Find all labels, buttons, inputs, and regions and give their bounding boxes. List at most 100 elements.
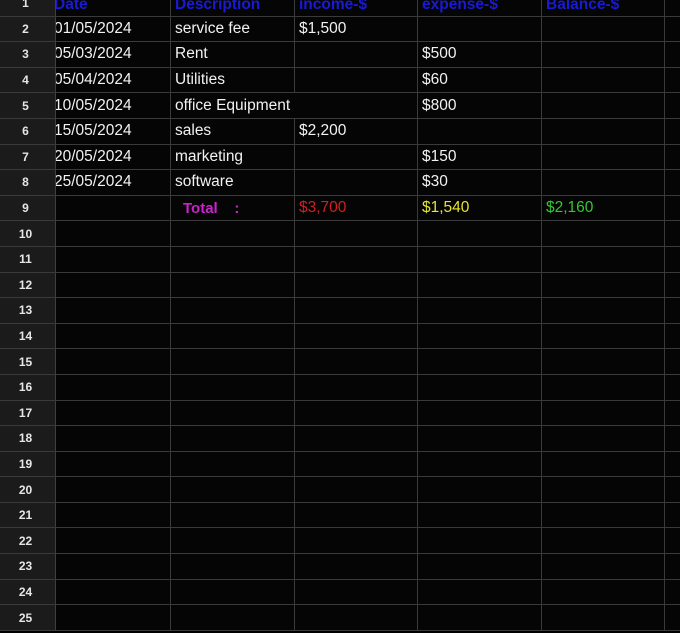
empty-cell[interactable]: [665, 16, 680, 42]
empty-cell[interactable]: [418, 426, 542, 451]
empty-cell[interactable]: [418, 272, 542, 298]
empty-cell[interactable]: [56, 451, 171, 477]
empty-cell[interactable]: [665, 528, 680, 554]
empty-cell[interactable]: [295, 605, 418, 630]
empty-cell[interactable]: [418, 554, 542, 579]
expense-cell[interactable]: $60: [418, 67, 542, 93]
empty-cell[interactable]: [542, 298, 665, 323]
balance-cell[interactable]: [542, 16, 665, 42]
row-number[interactable]: 12: [0, 272, 56, 298]
balance-cell[interactable]: [542, 67, 665, 93]
income-cell[interactable]: [295, 42, 418, 67]
row-number[interactable]: 4: [0, 67, 56, 93]
balance-cell[interactable]: [542, 144, 665, 170]
row-number[interactable]: 3: [0, 42, 56, 67]
empty-cell[interactable]: [665, 67, 680, 93]
empty-cell[interactable]: [665, 605, 680, 630]
empty-cell[interactable]: [542, 554, 665, 579]
header-balance-cell[interactable]: Balance-$: [542, 0, 665, 16]
empty-cell[interactable]: [56, 502, 171, 528]
empty-cell[interactable]: [542, 323, 665, 349]
empty-cell[interactable]: [171, 246, 295, 272]
income-cell[interactable]: [295, 144, 418, 170]
expense-cell[interactable]: [418, 118, 542, 144]
empty-cell[interactable]: [295, 221, 418, 246]
header-expense-cell[interactable]: expense-$: [418, 0, 542, 16]
description-cell[interactable]: Utilities: [171, 67, 295, 93]
empty-cell[interactable]: [295, 272, 418, 298]
row-number[interactable]: 6: [0, 118, 56, 144]
empty-cell[interactable]: [665, 195, 680, 221]
empty-cell[interactable]: [665, 118, 680, 144]
empty-cell[interactable]: [418, 298, 542, 323]
balance-cell[interactable]: [542, 42, 665, 67]
empty-cell[interactable]: [665, 579, 680, 605]
empty-cell[interactable]: [171, 349, 295, 374]
row-number[interactable]: 11: [0, 246, 56, 272]
empty-cell[interactable]: [542, 426, 665, 451]
date-cell[interactable]: 25/05/2024: [56, 170, 171, 195]
empty-cell[interactable]: [171, 374, 295, 400]
empty-cell[interactable]: [295, 579, 418, 605]
date-cell[interactable]: 20/05/2024: [56, 144, 171, 170]
row-number[interactable]: 5: [0, 93, 56, 118]
empty-cell[interactable]: [418, 477, 542, 502]
balance-cell[interactable]: [542, 118, 665, 144]
row-number[interactable]: 13: [0, 298, 56, 323]
empty-cell[interactable]: [665, 221, 680, 246]
empty-cell[interactable]: [171, 426, 295, 451]
row-number[interactable]: 10: [0, 221, 56, 246]
row-number[interactable]: 16: [0, 374, 56, 400]
empty-cell[interactable]: [542, 528, 665, 554]
expense-cell[interactable]: $30: [418, 170, 542, 195]
expense-cell[interactable]: $800: [418, 93, 542, 118]
description-cell[interactable]: service fee: [171, 16, 295, 42]
row-number[interactable]: 22: [0, 528, 56, 554]
empty-cell[interactable]: [542, 400, 665, 426]
empty-cell[interactable]: [56, 477, 171, 502]
empty-cell[interactable]: [295, 451, 418, 477]
empty-cell[interactable]: [665, 451, 680, 477]
empty-cell[interactable]: [542, 221, 665, 246]
empty-cell[interactable]: [542, 477, 665, 502]
row-number[interactable]: 15: [0, 349, 56, 374]
empty-cell[interactable]: [56, 221, 171, 246]
empty-cell[interactable]: [418, 400, 542, 426]
header-description-cell[interactable]: Description: [171, 0, 295, 16]
row-number[interactable]: 8: [0, 170, 56, 195]
empty-cell[interactable]: [418, 323, 542, 349]
empty-cell[interactable]: [542, 579, 665, 605]
empty-cell[interactable]: [295, 349, 418, 374]
row-number[interactable]: 19: [0, 451, 56, 477]
row-number[interactable]: 21: [0, 502, 56, 528]
row-number[interactable]: 24: [0, 579, 56, 605]
income-cell[interactable]: [295, 170, 418, 195]
empty-cell[interactable]: [542, 374, 665, 400]
expense-cell[interactable]: $500: [418, 42, 542, 67]
empty-cell[interactable]: [56, 400, 171, 426]
empty-cell[interactable]: [665, 93, 680, 118]
empty-cell[interactable]: [542, 502, 665, 528]
date-cell[interactable]: 01/05/2024: [56, 16, 171, 42]
empty-cell[interactable]: [171, 605, 295, 630]
empty-cell[interactable]: [418, 502, 542, 528]
empty-cell[interactable]: [542, 272, 665, 298]
expense-cell[interactable]: [418, 16, 542, 42]
empty-cell[interactable]: [171, 502, 295, 528]
empty-cell[interactable]: [56, 528, 171, 554]
description-cell[interactable]: sales: [171, 118, 295, 144]
empty-cell[interactable]: [542, 246, 665, 272]
empty-cell[interactable]: [171, 298, 295, 323]
empty-cell[interactable]: [56, 195, 171, 221]
empty-cell[interactable]: [665, 502, 680, 528]
empty-cell[interactable]: [171, 554, 295, 579]
empty-cell[interactable]: [56, 554, 171, 579]
empty-cell[interactable]: [56, 426, 171, 451]
empty-cell[interactable]: [295, 554, 418, 579]
empty-cell[interactable]: [418, 349, 542, 374]
empty-cell[interactable]: [665, 298, 680, 323]
header-date-cell[interactable]: Date: [56, 0, 171, 16]
row-number[interactable]: 1: [0, 0, 56, 16]
empty-cell[interactable]: [56, 298, 171, 323]
empty-cell[interactable]: [542, 451, 665, 477]
